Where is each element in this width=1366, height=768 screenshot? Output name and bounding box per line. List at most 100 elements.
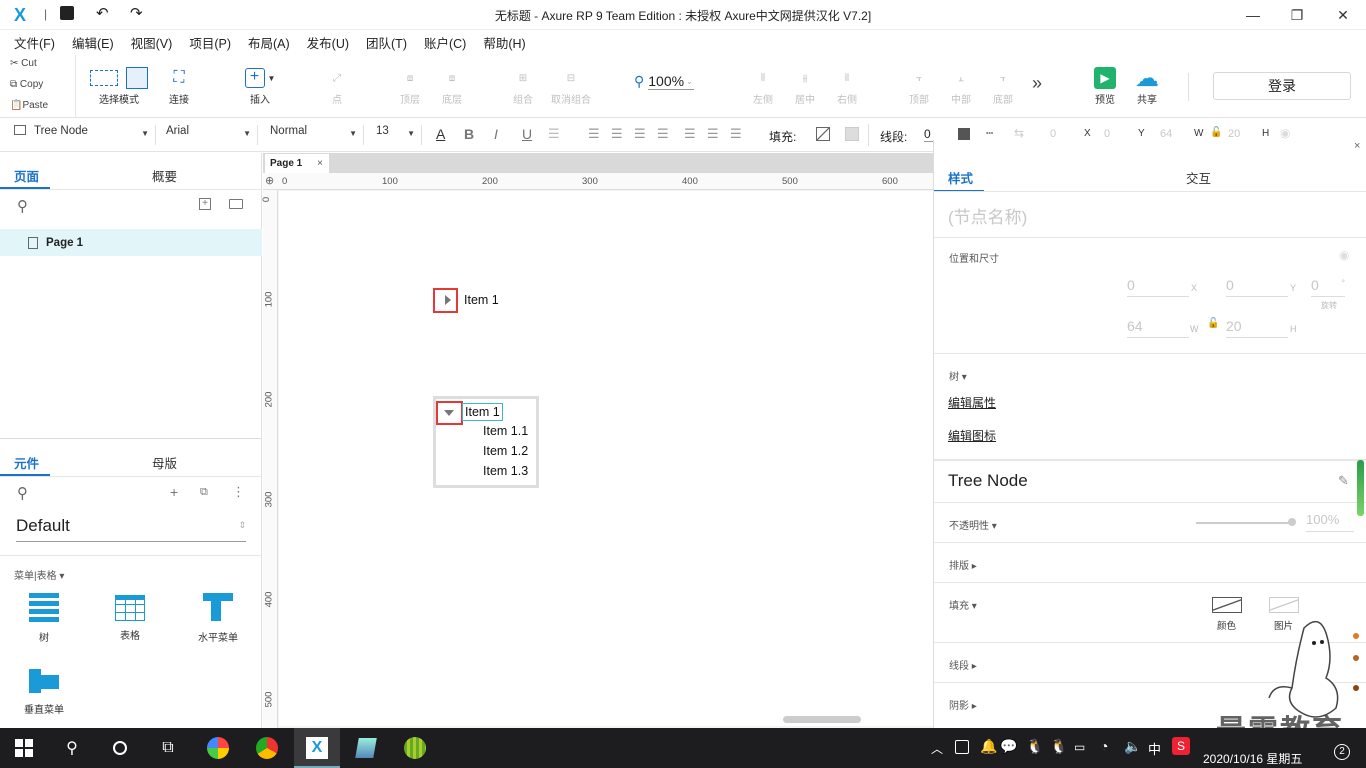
x-field[interactable]: 0 xyxy=(1127,277,1189,297)
edit-icons-link[interactable]: 编辑图标 xyxy=(948,427,996,444)
send-to-back-button[interactable]: ⧈ 底层 xyxy=(435,65,469,107)
text-align-justify-icon[interactable]: ☰ xyxy=(657,126,669,142)
windows-start-icon[interactable] xyxy=(10,734,38,762)
design-canvas[interactable]: Item 1 Item 1 Item 1.1 Item 1.2 Item 1.3 xyxy=(279,191,933,726)
battery-icon[interactable]: ▭ xyxy=(1074,740,1085,754)
tab-outline[interactable]: 概要 xyxy=(152,166,177,185)
edit-properties-link[interactable]: 编辑属性 xyxy=(948,394,996,411)
connect-button[interactable]: ⛶ 连接 xyxy=(163,65,195,106)
tray-chevron-icon[interactable]: ︿ xyxy=(931,740,943,757)
menu-account[interactable]: 账户(C) xyxy=(424,33,466,52)
insert-button[interactable]: + ▼ 插入 xyxy=(240,65,280,106)
tray-app-icon[interactable] xyxy=(955,740,969,754)
search-icon[interactable]: ⚲ xyxy=(17,484,28,502)
arrow-style-icon[interactable]: ⇆ xyxy=(1014,126,1024,140)
opacity-input[interactable]: 100% xyxy=(1306,512,1354,532)
w-field[interactable]: 64 xyxy=(1127,318,1189,338)
text-align-right-icon[interactable]: ☰ xyxy=(634,126,646,142)
caret-right-icon[interactable] xyxy=(445,295,451,305)
font-color-icon[interactable]: A xyxy=(436,126,445,142)
sogou-icon[interactable]: S xyxy=(1172,737,1190,755)
select-mode-button[interactable]: 选择模式 xyxy=(84,65,154,106)
lock-icon[interactable]: 🔓 xyxy=(1207,318,1219,329)
stroke-color-icon[interactable] xyxy=(958,128,970,140)
list-icon[interactable]: ☰ xyxy=(548,126,560,142)
copy-button[interactable]: ⧉ Copy xyxy=(10,79,43,90)
menu-view[interactable]: 视图(V) xyxy=(131,33,173,52)
align-top-button[interactable]: ⫟ 顶部 xyxy=(904,65,934,107)
taskbar-clock[interactable]: 2020/10/16 星期五 xyxy=(1203,750,1302,767)
align-bottom-button[interactable]: ⫟ 底部 xyxy=(988,65,1018,107)
share-button[interactable]: ☁ 共享 xyxy=(1130,65,1164,107)
align-left-button[interactable]: ⫴ 左侧 xyxy=(748,65,778,107)
wifi-icon[interactable]: ◔ xyxy=(1100,738,1108,754)
y-input[interactable]: 64 xyxy=(1160,128,1172,140)
qq-icon[interactable]: 🐧 xyxy=(1026,738,1043,755)
collapse-panel-icon[interactable]: × xyxy=(1354,140,1360,152)
tab-style[interactable]: 样式 xyxy=(948,168,973,187)
notification-count-badge[interactable]: 2 xyxy=(1334,744,1350,760)
font-weight-select[interactable]: Normal ▼ xyxy=(270,125,364,145)
more-tools-icon[interactable]: » xyxy=(1032,73,1042,94)
fill-none-icon[interactable] xyxy=(816,127,830,141)
tree-expanded[interactable]: Item 1 Item 1.1 Item 1.2 Item 1.3 xyxy=(433,396,539,488)
valign-bottom-icon[interactable]: ☰ xyxy=(730,126,742,142)
visibility-icon[interactable]: ◉ xyxy=(1339,248,1349,262)
tab-interactions[interactable]: 交互 xyxy=(1186,168,1211,187)
page-tab[interactable]: Page 1 × xyxy=(265,154,329,173)
add-folder-icon[interactable] xyxy=(229,199,243,209)
edit-style-icon[interactable]: ✎ xyxy=(1338,473,1349,489)
tab-masters[interactable]: 母版 xyxy=(152,453,177,472)
wechat-icon[interactable]: 💬 xyxy=(1000,738,1017,755)
visibility-icon[interactable]: ◉ xyxy=(1280,126,1290,140)
minimize-button[interactable]: — xyxy=(1238,4,1268,26)
input-method-indicator[interactable]: 中 xyxy=(1148,739,1161,758)
library-copy-icon[interactable]: ⧉ xyxy=(200,486,208,499)
lock-icon[interactable]: 🔓 xyxy=(1210,127,1222,138)
more-options-icon[interactable]: ⋮ xyxy=(232,484,245,500)
task-view-icon[interactable]: ⧉ xyxy=(154,734,182,762)
menu-project[interactable]: 项目(P) xyxy=(189,33,231,52)
library-select[interactable]: Default ⇕ xyxy=(16,516,246,542)
tree-child-node[interactable]: Item 1.3 xyxy=(483,464,528,478)
color-app-icon[interactable] xyxy=(204,734,232,762)
text-align-left-icon[interactable]: ☰ xyxy=(588,126,600,142)
add-page-icon[interactable]: + xyxy=(199,198,211,210)
chrome-icon[interactable] xyxy=(253,734,281,762)
widget-vertical-menu[interactable]: 垂直菜单 xyxy=(18,669,70,716)
tab-widgets[interactable]: 元件 xyxy=(14,453,39,472)
x-input[interactable]: 0 xyxy=(1104,128,1110,140)
add-library-icon[interactable]: + xyxy=(170,484,178,500)
qq-icon[interactable]: 🐧 xyxy=(1050,738,1067,755)
y-field[interactable]: 0 xyxy=(1226,277,1288,297)
align-center-button[interactable]: ⫵ 居中 xyxy=(790,65,820,107)
tree-child-node[interactable]: Item 1.1 xyxy=(483,424,528,438)
maximize-button[interactable]: ❐ xyxy=(1282,4,1312,26)
cut-button[interactable]: ✂ Cut xyxy=(10,58,37,69)
corner-radius-input[interactable]: 0 xyxy=(1050,128,1056,140)
menu-edit[interactable]: 编辑(E) xyxy=(72,33,114,52)
fill-color-swatch[interactable] xyxy=(1212,597,1242,613)
tree-child-node[interactable]: Item 1.2 xyxy=(483,444,528,458)
stroke-pattern-icon[interactable]: ┅ xyxy=(986,126,993,140)
login-button[interactable]: 登录 xyxy=(1213,72,1351,100)
horizontal-scrollbar[interactable] xyxy=(783,716,861,723)
tab-pages[interactable]: 页面 xyxy=(14,166,39,185)
align-middle-button[interactable]: ⫠ 中部 xyxy=(946,65,976,107)
rotation-field[interactable]: 0 ° xyxy=(1311,277,1345,297)
bring-to-front-button[interactable]: ⧈ 顶层 xyxy=(393,65,427,107)
caret-down-icon[interactable] xyxy=(444,410,454,416)
menu-help[interactable]: 帮助(H) xyxy=(483,33,525,52)
opacity-slider[interactable] xyxy=(1196,522,1292,524)
axure-taskbar-icon[interactable]: X xyxy=(303,734,331,762)
ungroup-button[interactable]: ⊟ 取消组合 xyxy=(546,65,596,107)
style-select[interactable]: Tree Node ▼ xyxy=(14,125,156,145)
zoom-control[interactable]: ⚲ 100% ⌄ xyxy=(634,73,695,90)
notification-bell-icon[interactable]: 🔔 xyxy=(980,738,997,755)
italic-icon[interactable]: I xyxy=(494,126,498,142)
close-tab-icon[interactable]: × xyxy=(317,158,323,169)
w-input[interactable]: 20 xyxy=(1228,128,1240,140)
page-list-item[interactable]: Page 1 xyxy=(0,229,262,256)
fill-gradient-icon[interactable] xyxy=(845,127,859,141)
group-button[interactable]: ⊞ 组合 xyxy=(506,65,540,107)
